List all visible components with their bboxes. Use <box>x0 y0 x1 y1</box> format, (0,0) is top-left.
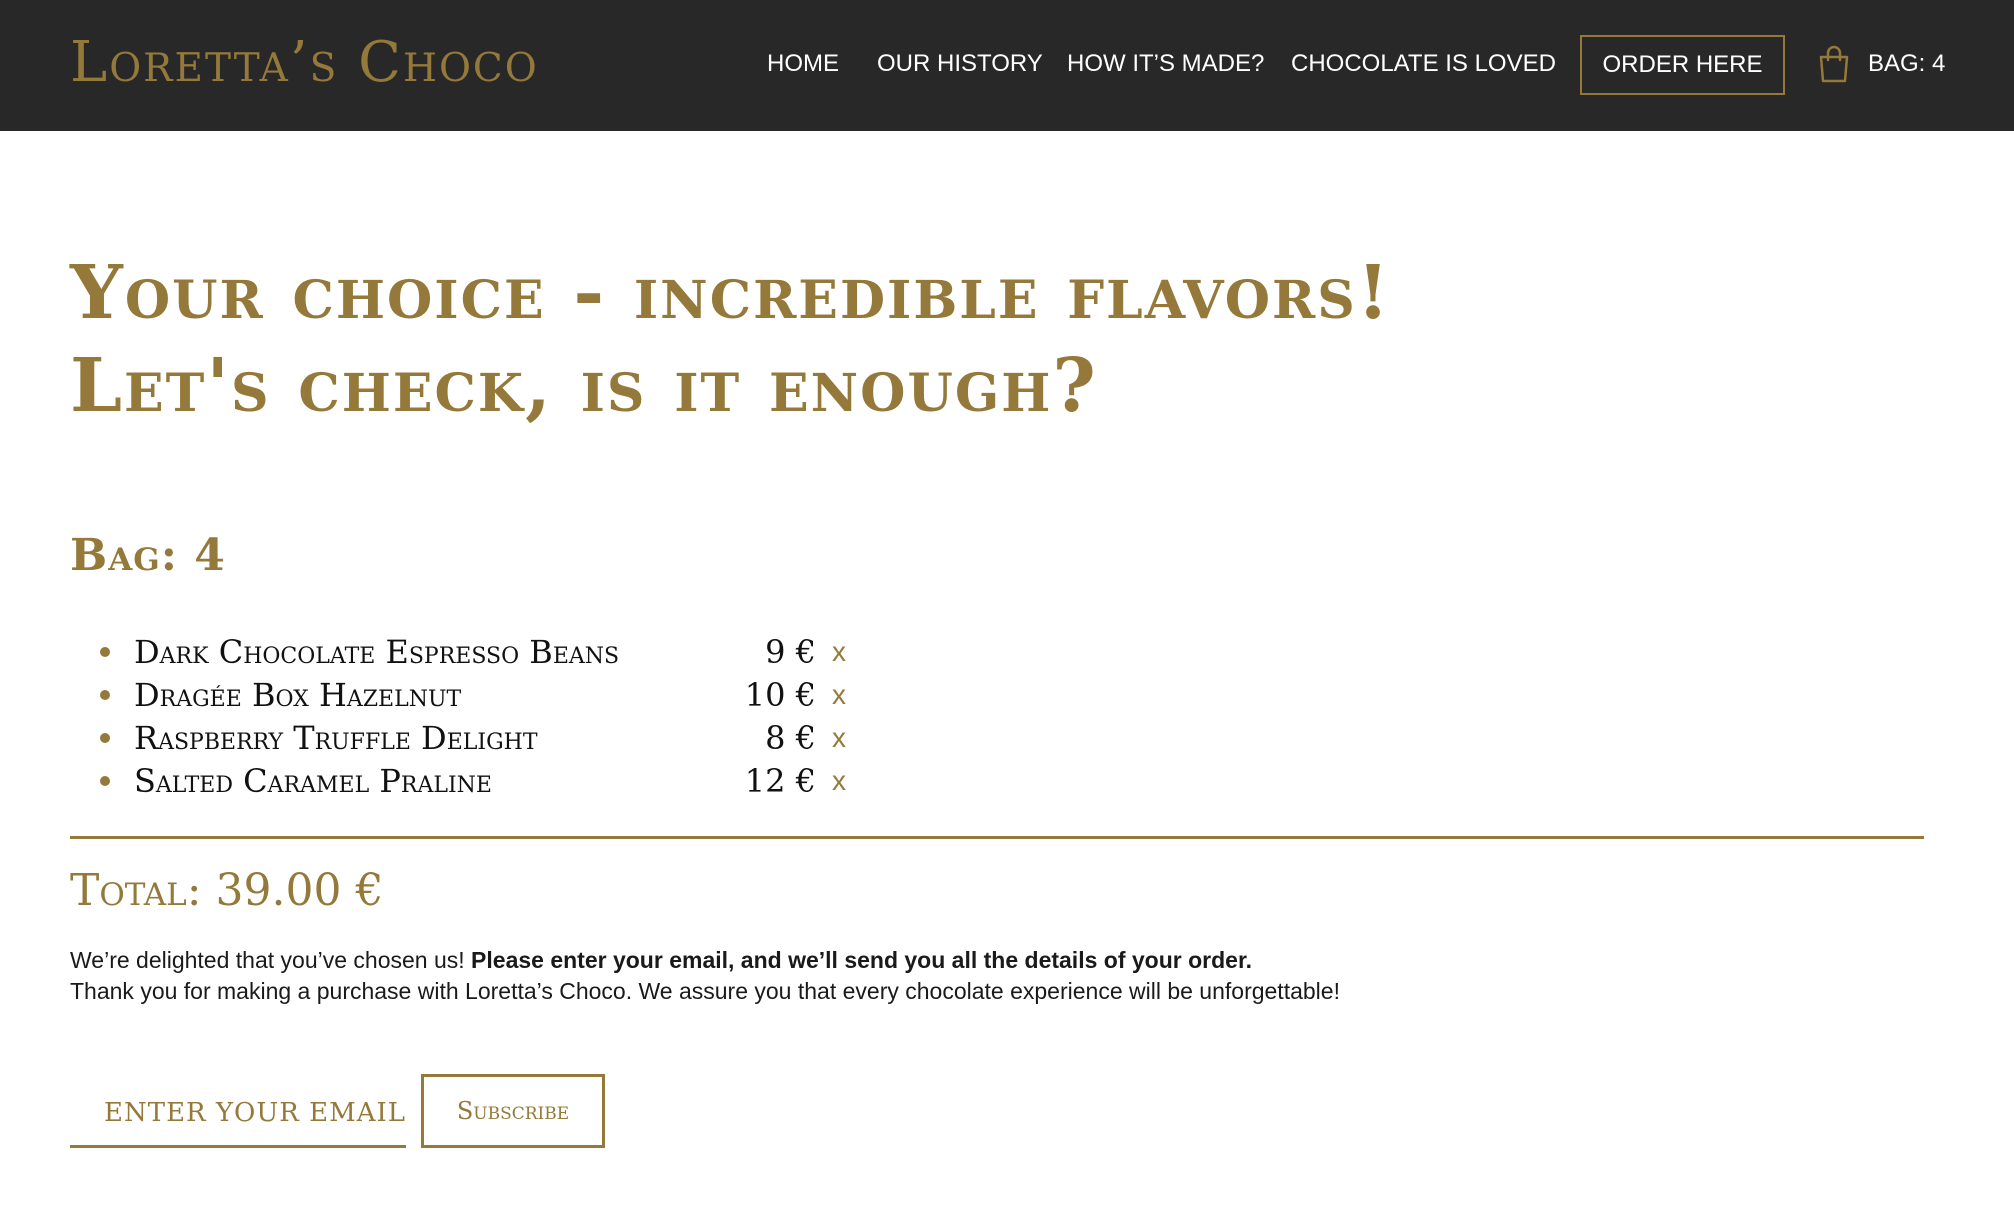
list-item: Dragée Box Hazelnut 10 € x <box>100 673 880 716</box>
order-here-button[interactable]: ORDER HERE <box>1580 35 1785 95</box>
nav-link-how-its-made[interactable]: HOW IT’S MADE? <box>1067 50 1264 78</box>
order-message: We’re delighted that you’ve chosen us! P… <box>70 947 1252 974</box>
item-price: 10 € <box>744 675 816 714</box>
bag-item-list: Dark Chocolate Espresso Beans 9 € x Drag… <box>100 630 880 802</box>
item-name: Dark Chocolate Espresso Beans <box>134 632 620 671</box>
item-price: 9 € <box>765 632 816 671</box>
message-intro: We’re delighted that you’ve chosen us! <box>70 947 472 973</box>
bullet-icon <box>100 689 110 700</box>
bullet-icon <box>100 646 110 657</box>
list-item: Dark Chocolate Espresso Beans 9 € x <box>100 630 880 673</box>
bag-count-heading: Bag: 4 <box>70 530 226 581</box>
item-name: Salted Caramel Praline <box>134 761 492 800</box>
item-name: Raspberry Truffle Delight <box>134 718 538 757</box>
top-navbar: Loretta’s Choco HOME OUR HISTORY HOW IT’… <box>0 0 2014 131</box>
email-input[interactable] <box>70 1080 406 1148</box>
subscribe-button[interactable]: Subscribe <box>421 1074 605 1148</box>
site-logo[interactable]: Loretta’s Choco <box>70 30 539 95</box>
item-price: 12 € <box>744 761 816 800</box>
message-bold: Please enter your email, and we’ll send … <box>471 947 1253 973</box>
list-item: Raspberry Truffle Delight 8 € x <box>100 716 880 759</box>
divider <box>70 836 1924 839</box>
shopping-bag-icon <box>1818 45 1850 83</box>
thank-you-message: Thank you for making a purchase with Lor… <box>70 978 1340 1004</box>
page-heading-line-1: Your choice - incredible flavors! <box>70 250 1392 336</box>
item-price: 8 € <box>765 718 816 757</box>
bullet-icon <box>100 775 110 786</box>
bag-link[interactable]: BAG: 4 <box>1818 44 1945 84</box>
remove-item-button[interactable]: x <box>832 636 846 668</box>
page-heading-line-2: Let's check, is it enough? <box>70 343 1098 429</box>
nav-link-chocolate-is-loved[interactable]: CHOCOLATE IS LOVED <box>1291 50 1556 78</box>
item-name: Dragée Box Hazelnut <box>134 675 462 714</box>
remove-item-button[interactable]: x <box>832 765 846 797</box>
list-item: Salted Caramel Praline 12 € x <box>100 759 880 802</box>
order-total: Total: 39.00 € <box>70 865 384 916</box>
remove-item-button[interactable]: x <box>832 722 846 754</box>
bullet-icon <box>100 732 110 743</box>
nav-link-our-history[interactable]: OUR HISTORY <box>877 50 1043 78</box>
nav-link-home[interactable]: HOME <box>767 50 839 78</box>
bag-count-label: BAG: 4 <box>1868 50 1946 77</box>
remove-item-button[interactable]: x <box>832 679 846 711</box>
